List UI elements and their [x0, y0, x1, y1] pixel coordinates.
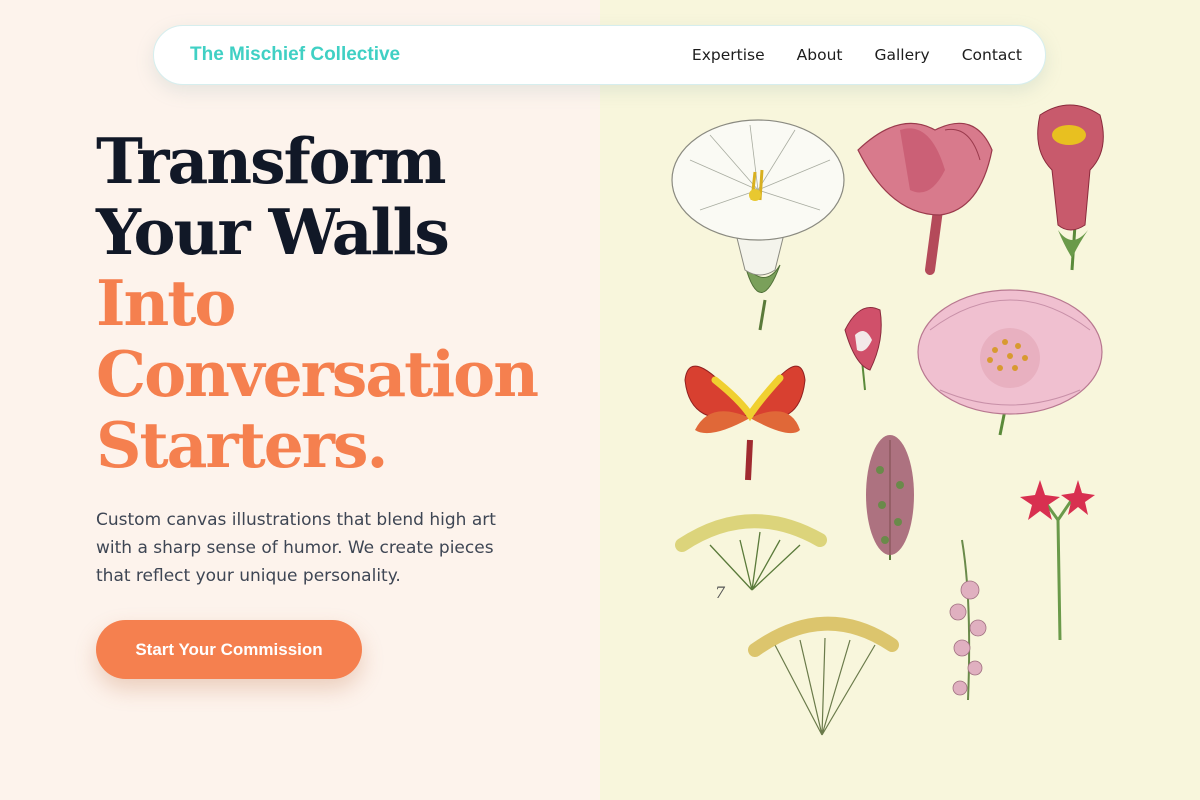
hero-title-line-3: Into	[96, 266, 236, 340]
yellow-umbel-flower: 7	[675, 514, 827, 602]
hero-title-line-4: Conversation	[96, 337, 539, 411]
yellow-umbel-lower-flower	[748, 616, 899, 736]
nav-links: Expertise About Gallery Contact	[660, 46, 1022, 64]
hero-title-line-2: Your Walls	[96, 195, 450, 269]
red-yellow-flower	[684, 365, 806, 481]
snapdragon-flower	[1037, 104, 1104, 271]
hero-title-line-1: Transform	[96, 124, 447, 198]
plate-number: 7	[715, 583, 726, 602]
wild-rose-flower	[917, 289, 1103, 436]
small-orchid-flower	[844, 307, 882, 391]
navbar: The Mischief Collective Expertise About …	[153, 25, 1046, 85]
pink-bell-flowers	[949, 539, 987, 701]
pink-tulip-flower	[857, 122, 993, 275]
nav-link-contact[interactable]: Contact	[962, 46, 1022, 64]
start-commission-button[interactable]: Start Your Commission	[96, 620, 362, 679]
nav-link-about[interactable]: About	[797, 46, 843, 64]
purple-spike-flower	[866, 435, 914, 560]
pink-star-flowers	[1020, 480, 1095, 641]
hero-title: Transform Your Walls Into Conversation S…	[96, 126, 586, 481]
botanical-illustration-panel: 7	[600, 0, 1200, 800]
botanical-illustration: 7	[671, 104, 1104, 736]
hero-title-line-5: Starters.	[96, 408, 388, 482]
white-trumpet-flower	[671, 119, 845, 331]
hero-subtitle: Custom canvas illustrations that blend h…	[96, 510, 496, 586]
nav-link-expertise[interactable]: Expertise	[692, 46, 765, 64]
nav-link-gallery[interactable]: Gallery	[874, 46, 929, 64]
brand-logo-text[interactable]: The Mischief Collective	[190, 44, 400, 66]
